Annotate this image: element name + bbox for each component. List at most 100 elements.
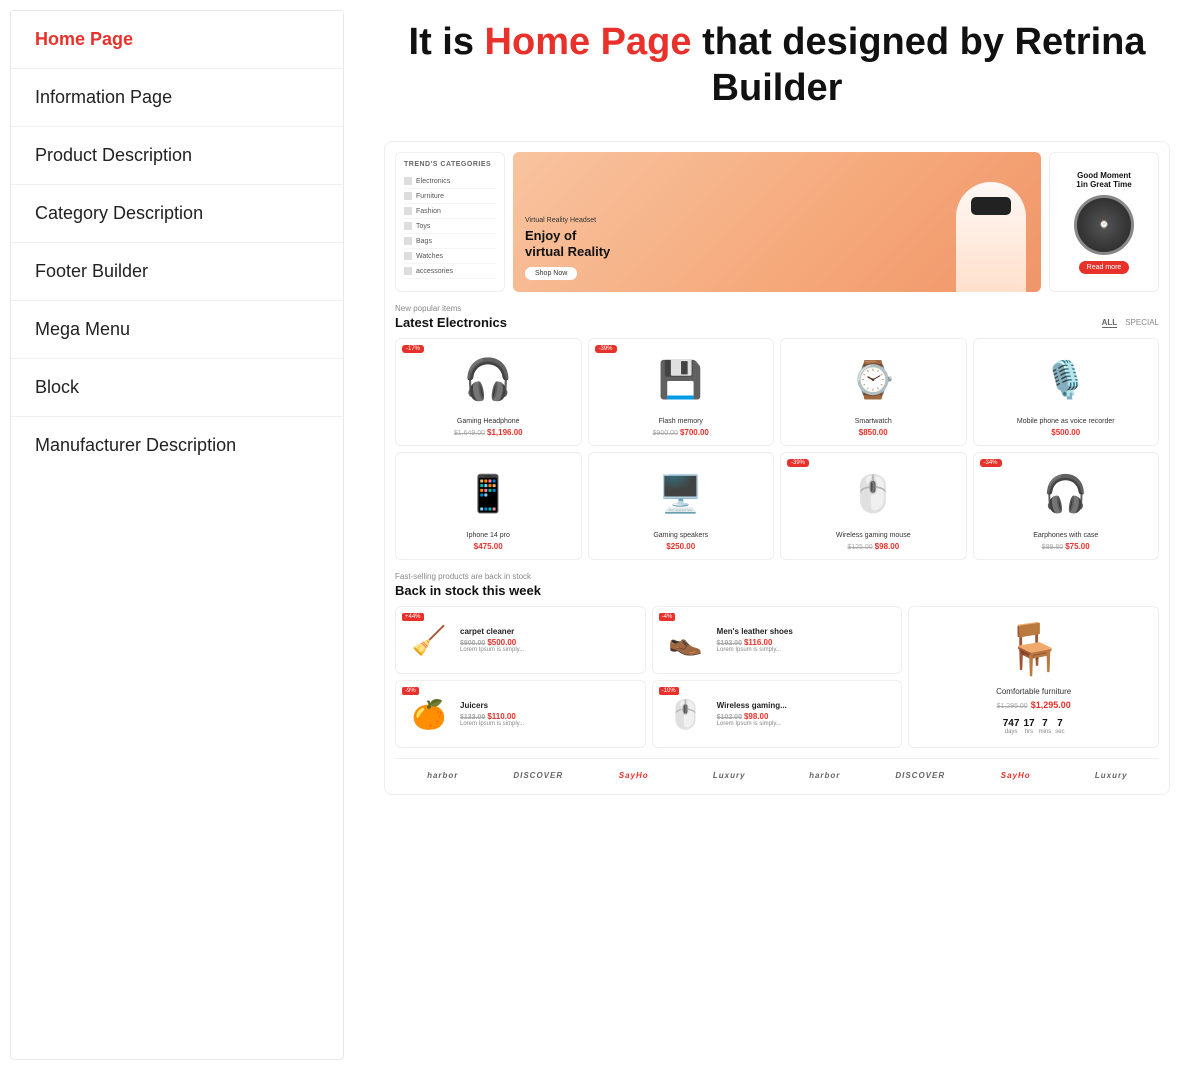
product-image: 🎙️ <box>982 347 1151 412</box>
section-subtitle: New popular items <box>395 304 1159 313</box>
brand-discover-1: DISCOVER <box>491 767 587 784</box>
watch-panel: Good Moment1in Great Time ⌚ Read more <box>1049 152 1159 292</box>
badge: -9% <box>402 687 419 695</box>
sidebar-item-block[interactable]: Block <box>11 359 343 417</box>
section-title: Latest Electronics <box>395 315 507 330</box>
item-desc: Lorem Ipsum is simply... <box>460 721 637 727</box>
preview-container: TREND'S CATEGORIES Electronics Furniture… <box>384 141 1170 795</box>
mic-icon: 🎙️ <box>1043 359 1088 401</box>
sidebar-item-footer-builder[interactable]: Footer Builder <box>11 243 343 301</box>
product-price: $475.00 <box>404 542 573 551</box>
sidebar-item-manufacturer-description[interactable]: Manufacturer Description <box>11 417 343 474</box>
earphones-icon: 🎧 <box>1043 473 1088 515</box>
featured-old-price: $1,295.00 <box>997 703 1028 710</box>
featured-price: $1,295.00$1,295.00 <box>997 700 1071 710</box>
shop-now-button[interactable]: Shop Now <box>525 267 577 280</box>
product-name: Gaming Headphone <box>404 418 573 425</box>
brand-row: harbor DISCOVER SayHo Luxury harbor DISC… <box>395 758 1159 784</box>
countdown-label: days <box>1003 729 1020 735</box>
categories-title: TREND'S CATEGORIES <box>404 161 496 168</box>
item-desc: Lorem Ipsum is simply... <box>717 647 894 653</box>
countdown-num: 17 <box>1023 718 1034 729</box>
item-price: $102.00$98.00 <box>717 712 894 721</box>
countdown-sec: 7 sec <box>1055 718 1064 735</box>
cat-item-fashion: Fashion <box>404 204 496 219</box>
product-name: Gaming speakers <box>597 532 766 539</box>
electronics-icon <box>404 177 412 185</box>
countdown-label: mins <box>1039 729 1052 735</box>
brand-harbor-2: harbor <box>777 767 873 784</box>
product-card-mouse: -39% 🖱️ Wireless gaming mouse $125.00$98… <box>780 452 967 560</box>
carpet-icon: 🧹 <box>404 615 454 665</box>
product-badge: -17% <box>402 345 424 353</box>
categories-panel: TREND'S CATEGORIES Electronics Furniture… <box>395 152 505 292</box>
hero-section: TREND'S CATEGORIES Electronics Furniture… <box>395 152 1159 292</box>
product-name: Earphones with case <box>982 532 1151 539</box>
countdown: 747 days 17 hrs 7 mins <box>1003 718 1065 735</box>
brand-luxury-2: Luxury <box>1064 767 1160 784</box>
section-tabs: ALL SPECIAL <box>1102 318 1159 328</box>
toys-icon <box>404 222 412 230</box>
usb-icon: 💾 <box>658 359 703 401</box>
item-name: Juicers <box>460 701 637 710</box>
person-silhouette <box>956 182 1026 292</box>
sidebar-item-information-page[interactable]: Information Page <box>11 69 343 127</box>
cat-item-watches: Watches <box>404 249 496 264</box>
bags-icon <box>404 237 412 245</box>
back-col-1: +44% 🧹 carpet cleaner $900.00$500.00 Lor… <box>395 606 646 748</box>
product-card-headphone: -17% 🎧 Gaming Headphone $1,649.00$1,196.… <box>395 338 582 446</box>
product-image: 🖱️ <box>789 461 958 526</box>
product-name: Smartwatch <box>789 418 958 425</box>
headphone-icon: 🎧 <box>463 356 513 403</box>
back-item-carpet: +44% 🧹 carpet cleaner $900.00$500.00 Lor… <box>395 606 646 674</box>
countdown-days: 747 days <box>1003 718 1020 735</box>
chair-icon: 🪑 <box>1003 620 1065 679</box>
tab-special[interactable]: SPECIAL <box>1125 318 1159 328</box>
read-more-button[interactable]: Read more <box>1079 261 1130 274</box>
product-image: 💾 <box>597 347 766 412</box>
old-price: $192.00 <box>717 640 742 647</box>
sidebar-item-category-description[interactable]: Category Description <box>11 185 343 243</box>
product-image: 📱 <box>404 461 573 526</box>
back-grid: +44% 🧹 carpet cleaner $900.00$500.00 Lor… <box>395 606 1159 748</box>
countdown-num: 7 <box>1039 718 1052 729</box>
countdown-label: sec <box>1055 729 1064 735</box>
back-col-2: -4% 👞 Men's leather shoes $192.00$116.00… <box>652 606 903 748</box>
old-price: $132.00 <box>460 714 485 721</box>
product-price: $250.00 <box>597 542 766 551</box>
brand-luxury-1: Luxury <box>682 767 778 784</box>
product-badge: -34% <box>980 459 1002 467</box>
product-image: 🎧 <box>404 347 573 412</box>
item-desc: Lorem Ipsum is simply... <box>460 647 637 653</box>
item-name: Wireless gaming... <box>717 701 894 710</box>
old-price: $900.00 <box>460 640 485 647</box>
watch-icon: ⌚ <box>1074 195 1134 255</box>
countdown-hrs: 17 hrs <box>1023 718 1034 735</box>
product-name: Flash memory <box>597 418 766 425</box>
sidebar-item-home-page[interactable]: Home Page <box>11 11 343 69</box>
old-price: $99.80 <box>1042 544 1063 551</box>
product-grid: -17% 🎧 Gaming Headphone $1,649.00$1,196.… <box>395 338 1159 560</box>
tab-all[interactable]: ALL <box>1102 318 1118 328</box>
featured-name: Comfortable furniture <box>996 687 1071 696</box>
product-price: $500.00 <box>982 428 1151 437</box>
sidebar-item-mega-menu[interactable]: Mega Menu <box>11 301 343 359</box>
countdown-num: 747 <box>1003 718 1020 729</box>
sidebar-item-product-description[interactable]: Product Description <box>11 127 343 185</box>
product-name: Wireless gaming mouse <box>789 532 958 539</box>
sidebar: Home Page Information Page Product Descr… <box>10 10 344 1060</box>
hero-banner: Virtual Reality Headset Enjoy ofvirtual … <box>513 152 1041 292</box>
back-title: Back in stock this week <box>395 583 1159 598</box>
product-badge: -39% <box>787 459 809 467</box>
shoes-icon: 👞 <box>661 615 711 665</box>
countdown-mins: 7 mins <box>1039 718 1052 735</box>
juicer-icon: 🍊 <box>404 689 454 739</box>
product-card-smartwatch: ⌚ Smartwatch $850.00 <box>780 338 967 446</box>
product-image: 🖥️ <box>597 461 766 526</box>
main-heading: It is Home Page that designed by Retrina… <box>384 20 1170 111</box>
old-price: $102.00 <box>717 714 742 721</box>
vr-headset-icon <box>971 197 1011 215</box>
badge: -10% <box>659 687 679 695</box>
old-price: $125.00 <box>847 544 872 551</box>
section-title-row: Latest Electronics ALL SPECIAL <box>395 315 1159 330</box>
